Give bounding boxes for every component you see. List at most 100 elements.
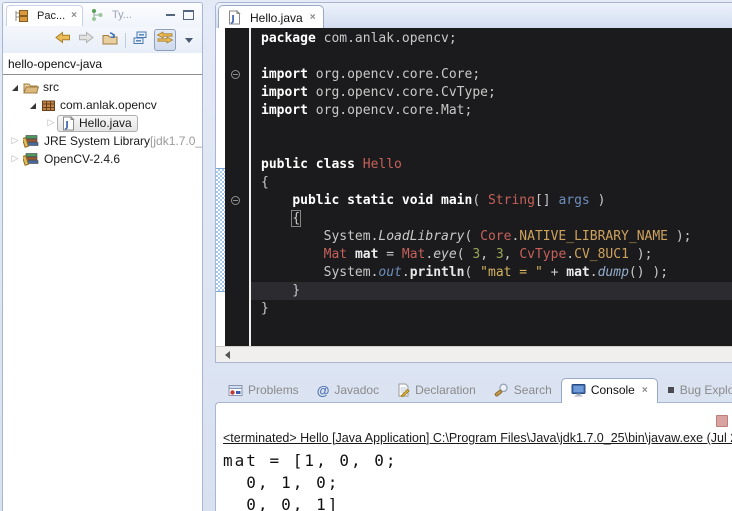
bottom-tabbar: Problems @ Javadoc Declaration Search Console… <box>215 377 732 402</box>
code-line[interactable] <box>251 48 732 66</box>
fold-collapse-icon[interactable] <box>231 70 240 79</box>
close-icon[interactable]: × <box>642 385 648 396</box>
forward-icon <box>78 31 95 49</box>
tab-package-explorer-label: Pac... <box>37 10 65 22</box>
back-icon <box>54 31 71 49</box>
code-line[interactable]: import org.opencv.core.CvType; <box>251 84 732 102</box>
console-icon <box>571 383 586 397</box>
tab-javadoc[interactable]: @ Javadoc <box>308 379 388 402</box>
javadoc-icon: @ <box>317 384 330 397</box>
view-menu-button[interactable] <box>181 37 194 44</box>
tree-item-label: OpenCV-2.4.6 <box>44 152 120 166</box>
code-line[interactable]: import org.opencv.core.Core; <box>251 66 732 84</box>
back-button[interactable] <box>53 30 72 50</box>
search-icon <box>494 383 509 397</box>
tab-console[interactable]: Console × <box>561 378 658 403</box>
project-root-label[interactable]: hello-opencv-java <box>3 53 202 75</box>
up-button[interactable] <box>101 30 120 51</box>
view-menu-icon <box>185 38 193 43</box>
tree-item-hello-java[interactable]: ▷ J Hello.java <box>3 114 202 132</box>
code-line[interactable]: } <box>251 300 732 318</box>
close-icon[interactable]: × <box>310 12 316 23</box>
library-icon <box>23 153 40 166</box>
declaration-icon <box>397 383 410 397</box>
code-line[interactable]: public static void main( String[] args ) <box>251 192 732 210</box>
code-line[interactable]: { <box>251 210 732 228</box>
tab-label: Console <box>591 383 635 397</box>
package-explorer-header: Pac... × Ty... <box>3 3 202 27</box>
expand-arrow-icon[interactable]: ▷ <box>45 118 57 128</box>
link-with-editor-button[interactable] <box>154 29 176 51</box>
tab-search[interactable]: Search <box>485 379 561 402</box>
code-line[interactable]: } <box>251 282 732 300</box>
tab-label: Javadoc <box>334 383 379 397</box>
tab-label: Search <box>514 383 552 397</box>
code-line[interactable]: { <box>251 174 732 192</box>
scroll-left-icon[interactable] <box>225 351 230 359</box>
type-hierarchy-icon <box>90 8 104 22</box>
tab-problems[interactable]: Problems <box>219 379 308 402</box>
folder-icon <box>23 81 39 94</box>
console-view: <terminated> Hello [Java Application] C:… <box>215 402 732 511</box>
up-icon <box>102 31 119 50</box>
collapse-all-button[interactable] <box>131 30 149 51</box>
tab-package-explorer[interactable]: Pac... × <box>6 5 83 26</box>
tab-label: Declaration <box>415 383 476 397</box>
console-title: <terminated> Hello [Java Application] C:… <box>223 431 732 445</box>
tree-item-label: JRE System Library <box>44 134 150 148</box>
java-file-icon: J <box>62 116 75 131</box>
code-line[interactable]: Mat mat = Mat.eye( 3, 3, CvType.CV_8UC1 … <box>251 246 732 264</box>
tree-item-jre-system-library[interactable]: ▷JRE System Library [jdk1.7.0_25] <box>3 132 202 150</box>
tab-type-hierarchy[interactable]: Ty... <box>83 5 137 25</box>
package-explorer-tree: ◢src◢com.anlak.opencv▷JHello.java▷JRE Sy… <box>3 75 202 168</box>
tree-item-label: src <box>43 80 59 94</box>
tree-item-com-anlak-opencv[interactable]: ◢ com.anlak.opencv <box>3 96 202 114</box>
tree-item-src[interactable]: ◢ src <box>3 78 202 96</box>
tab-bug-explorer[interactable]: Bug Explorer <box>658 379 732 402</box>
editor-panel: J Hello.java × package com.anlak.opencv;… <box>215 2 732 363</box>
code-line[interactable]: import org.opencv.core.Mat; <box>251 102 732 120</box>
expand-arrow-icon[interactable]: ▷ <box>9 154 21 164</box>
collapse-arrow-icon[interactable]: ◢ <box>9 83 21 92</box>
tab-type-hierarchy-label: Ty... <box>112 9 132 21</box>
collapse-arrow-icon[interactable]: ◢ <box>27 101 39 110</box>
tab-declaration[interactable]: Declaration <box>388 379 485 402</box>
java-file-icon: J <box>228 10 241 25</box>
forward-button[interactable] <box>77 30 96 50</box>
console-output-line: 0, 1, 0; <box>223 472 398 494</box>
collapse-all-icon <box>132 31 148 50</box>
terminate-button[interactable] <box>716 415 728 427</box>
minimize-icon[interactable] <box>166 11 175 16</box>
maximize-icon[interactable] <box>183 10 194 20</box>
code-line[interactable]: public class Hello <box>251 156 732 174</box>
tab-label: Problems <box>248 383 299 397</box>
folding-gutter <box>225 28 249 346</box>
code-line[interactable] <box>251 120 732 138</box>
code-line[interactable]: System.LoadLibrary( Core.NATIVE_LIBRARY_… <box>251 228 732 246</box>
tree-item-opencv-2-4-6[interactable]: ▷ OpenCV-2.4.6 <box>3 150 202 168</box>
tab-hello-java[interactable]: J Hello.java × <box>218 5 324 28</box>
code-line[interactable] <box>251 138 732 156</box>
svg-text:J: J <box>64 120 68 130</box>
code-line[interactable]: System.out.println( "mat = " + mat.dump(… <box>251 264 732 282</box>
code-area[interactable]: package com.anlak.opencv; import org.open… <box>251 28 732 346</box>
tab-label: Bug Explorer <box>680 383 732 397</box>
tree-item-label: com.anlak.opencv <box>60 98 157 112</box>
console-output-line: 0, 0, 1] <box>223 494 398 511</box>
close-icon[interactable]: × <box>71 10 77 21</box>
package-icon <box>41 99 56 112</box>
package-explorer-icon <box>14 9 29 23</box>
tree-item-label: Hello.java <box>79 116 132 130</box>
view-square-icon <box>667 386 675 394</box>
fold-collapse-icon[interactable] <box>231 196 240 205</box>
problems-icon <box>228 384 243 397</box>
console-output: mat = [1, 0, 0; 0, 1, 0; 0, 0, 1] <box>223 450 398 511</box>
link-with-editor-icon <box>156 31 174 49</box>
expand-arrow-icon[interactable]: ▷ <box>9 136 21 146</box>
annotation-ruler <box>216 28 225 346</box>
editor-body: package com.anlak.opencv; import org.open… <box>216 28 732 346</box>
toolbar-separator <box>125 33 126 48</box>
code-line[interactable]: package com.anlak.opencv; <box>251 30 732 48</box>
package-explorer-panel: Pac... × Ty... hello-opencv-java ◢ src ◢ co… <box>2 2 203 511</box>
editor-horizontal-scrollbar[interactable] <box>216 346 732 363</box>
